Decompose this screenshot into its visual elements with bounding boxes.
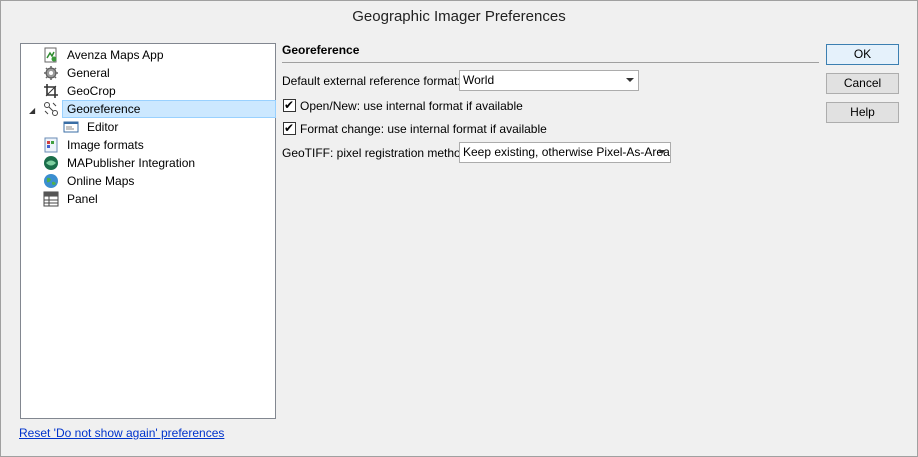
tree-item-label: Avenza Maps App — [67, 48, 164, 62]
preferences-window: Geographic Imager Preferences ◢ Avenza M… — [0, 0, 918, 457]
gear-icon — [44, 66, 58, 80]
section-title: Georeference — [282, 43, 360, 57]
tree-item-label: GeoCrop — [67, 84, 116, 98]
tree-item-label: Online Maps — [67, 174, 135, 188]
globe-icon — [44, 174, 58, 188]
ok-button[interactable]: OK — [826, 44, 899, 65]
crop-icon — [44, 84, 58, 98]
default-format-value: World — [463, 73, 495, 87]
avenza-maps-icon — [44, 47, 57, 63]
checkmark-icon: ✔ — [284, 98, 295, 112]
reset-dont-show-again-link[interactable]: Reset 'Do not show again' preferences — [19, 426, 224, 440]
mapublisher-icon — [44, 156, 58, 170]
window-title: Geographic Imager Preferences — [1, 1, 917, 33]
open-new-label: Open/New: use internal format if availab… — [300, 99, 523, 113]
format-change-checkbox[interactable]: ✔ — [283, 121, 296, 135]
section-divider — [282, 62, 819, 63]
geotiff-method-select[interactable]: Keep existing, otherwise Pixel-As-Area — [459, 142, 671, 163]
georeference-icon — [44, 102, 58, 116]
tree-item-label: Editor — [87, 120, 119, 134]
format-change-label: Format change: use internal format if av… — [300, 122, 547, 136]
preferences-tree[interactable]: ◢ Avenza Maps App General GeoCrop Georef… — [20, 43, 276, 419]
expand-arrow-icon[interactable]: ◢ — [29, 107, 37, 115]
tree-item-label: Georeference — [67, 102, 141, 116]
tree-item-label: Panel — [67, 192, 98, 206]
chevron-down-icon — [626, 78, 634, 82]
dialog-client-area: ◢ Avenza Maps App General GeoCrop Georef… — [8, 34, 910, 450]
open-new-checkbox[interactable]: ✔ — [283, 98, 296, 112]
panel-icon — [43, 191, 59, 207]
geotiff-label: GeoTIFF: pixel registration method: — [282, 146, 471, 160]
help-button[interactable]: Help — [826, 102, 899, 123]
tree-item-label: General — [67, 66, 110, 80]
tree-item-label: Image formats — [67, 138, 144, 152]
image-formats-icon — [44, 137, 58, 153]
chevron-down-icon — [658, 150, 666, 154]
tree-item-label: MAPublisher Integration — [67, 156, 196, 170]
default-format-select[interactable]: World — [459, 70, 639, 91]
checkmark-icon: ✔ — [284, 121, 295, 135]
default-format-label: Default external reference format: — [282, 74, 461, 88]
cancel-button[interactable]: Cancel — [826, 73, 899, 94]
geotiff-method-value: Keep existing, otherwise Pixel-As-Area — [463, 145, 670, 159]
editor-icon — [63, 121, 79, 133]
